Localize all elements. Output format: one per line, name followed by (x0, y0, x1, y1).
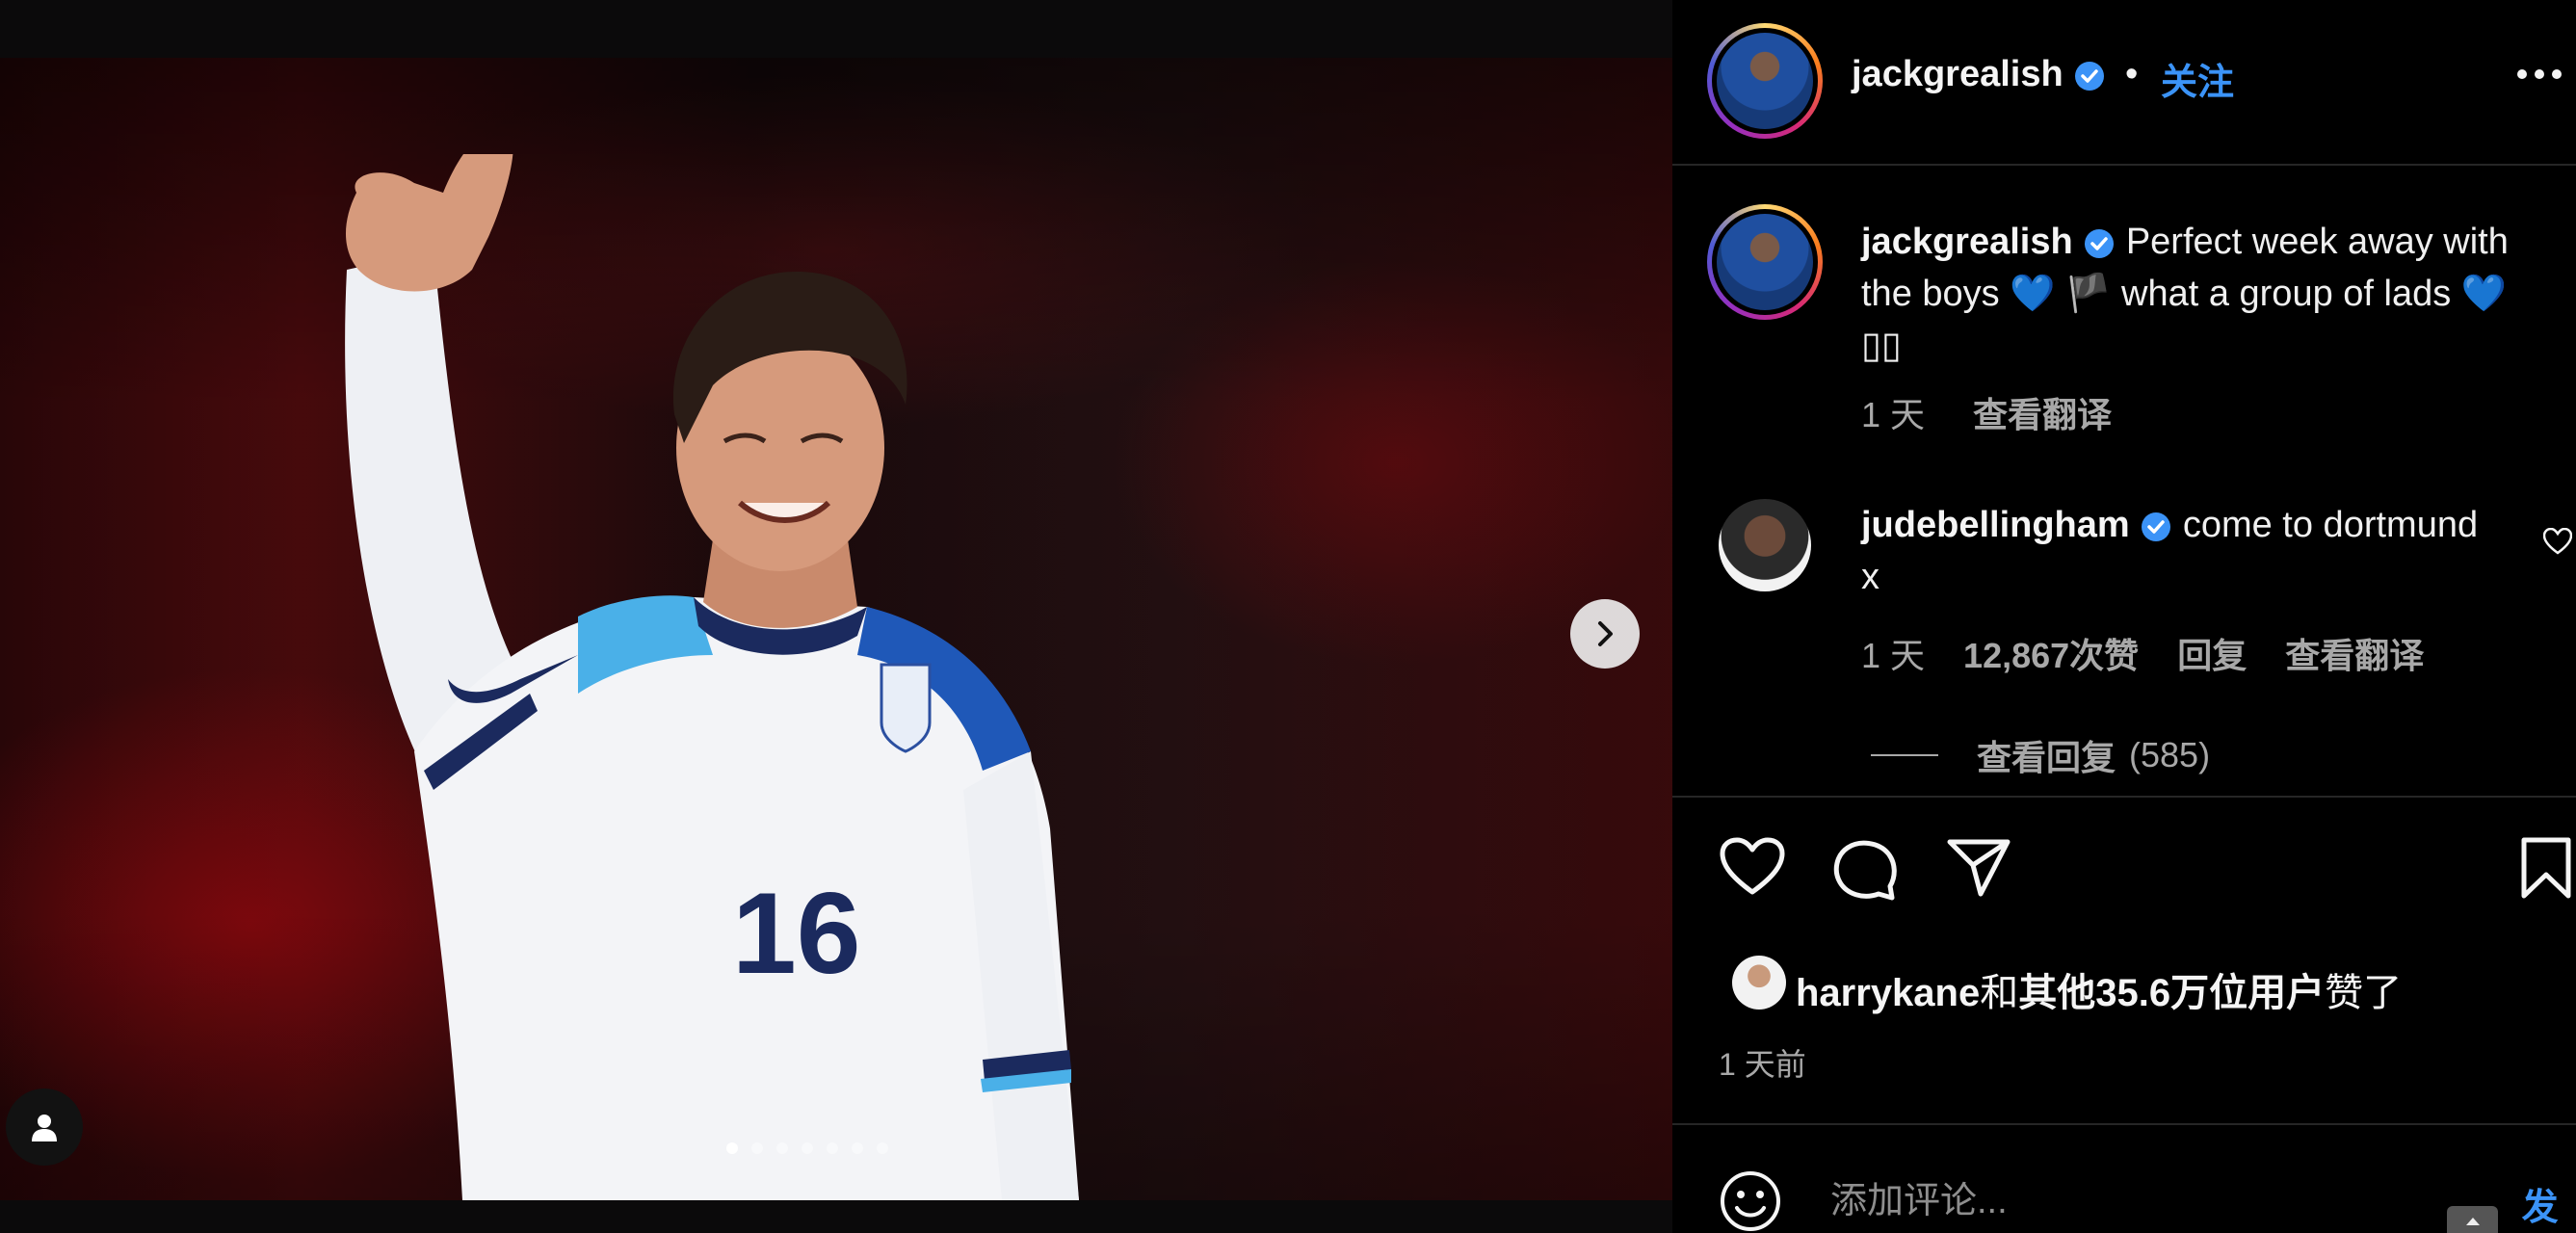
likes-summary: harrykane和其他35.6万位用户赞了 (1796, 961, 2402, 1017)
next-image-button[interactable] (1570, 599, 1640, 669)
post-caption: jackgrealish Perfect week away with the … (1861, 216, 2555, 372)
caption-meta: 1 天 查看翻译 (1861, 387, 2112, 437)
jersey-number: 16 (732, 869, 860, 998)
follow-separator: • (2125, 54, 2139, 94)
caption-username[interactable]: jackgrealish (1861, 222, 2073, 262)
likes-others-link[interactable]: 其他35.6万位用户 (2018, 972, 2325, 1014)
paper-plane-icon[interactable] (1946, 836, 2011, 898)
follow-button[interactable]: 关注 (2161, 52, 2234, 105)
comment-input[interactable] (1830, 1175, 2351, 1227)
carousel-dot (776, 1142, 788, 1154)
liker-username[interactable]: harrykane (1796, 972, 1980, 1014)
input-method-icon (2447, 1206, 2499, 1233)
comment-age: 1 天 (1861, 636, 1926, 675)
caption-avatar[interactable] (1707, 204, 1823, 320)
header-divider (1672, 164, 2576, 166)
post-timestamp[interactable]: 1 天前 (1719, 1040, 1806, 1085)
post-comment-button[interactable]: 发布 (2504, 1177, 2576, 1233)
carousel-dot (877, 1142, 888, 1154)
liker-avatar[interactable] (1732, 956, 1786, 1010)
caption-text-2: what a group of lads (2121, 274, 2452, 314)
author-username[interactable]: jackgrealish (1852, 54, 2063, 94)
verified-badge-icon (2075, 61, 2105, 91)
tagged-users-button[interactable] (6, 1089, 83, 1166)
view-replies-label: 查看回复 (1977, 738, 2116, 777)
post-media: 16 (0, 0, 1672, 1233)
comment-likes[interactable]: 12,867次赞 (1963, 636, 2139, 675)
post-sidebar: jackgrealish • 关注 jackgrealish Perfect w… (1672, 0, 2576, 1233)
carousel-dot (751, 1142, 763, 1154)
bookmark-icon[interactable] (2520, 836, 2572, 900)
likes-suffix: 赞了 (2325, 972, 2403, 1014)
commenter-avatar[interactable] (1719, 499, 1811, 591)
add-comment-bar: 发布 (1672, 1125, 2576, 1233)
comment-reply-link[interactable]: 回复 (2177, 636, 2247, 675)
carousel-dot (852, 1142, 863, 1154)
carousel-dot (726, 1142, 738, 1154)
commenter-username[interactable]: judebellingham (1861, 505, 2130, 545)
verified-badge-icon (2142, 512, 2171, 541)
caption-age: 1 天 (1861, 395, 1926, 434)
action-bar (1672, 836, 2576, 904)
author-name-row: jackgrealish (1852, 54, 2106, 95)
carousel-indicator (726, 1142, 888, 1154)
likes-and: 和 (1980, 972, 2019, 1014)
user-tag-icon (32, 1115, 57, 1141)
author-avatar[interactable] (1707, 23, 1823, 139)
chevron-right-icon (1598, 621, 1613, 646)
actions-divider (1672, 796, 2576, 798)
comment-like-heart-icon[interactable] (2543, 528, 2572, 555)
caption-translate-link[interactable]: 查看翻译 (1973, 395, 2112, 434)
blue-heart-emoji: 💙 (2010, 274, 2056, 314)
carousel-dot (802, 1142, 813, 1154)
heart-icon[interactable] (1719, 836, 1786, 898)
flag-emoji: 🏴 (2065, 274, 2112, 314)
blue-heart-emoji: 💙 (2460, 274, 2508, 314)
caption-tail-glyphs: ▯▯ (1861, 326, 1902, 366)
comment-bubble-icon[interactable] (1832, 836, 1898, 902)
post-comment-area: 发布 (2447, 1177, 2576, 1233)
carousel-dot (827, 1142, 838, 1154)
more-horizontal-icon[interactable] (2516, 67, 2563, 81)
comment-translate-link[interactable]: 查看翻译 (2285, 636, 2424, 675)
comment-meta: 1 天 12,867次赞 回复 查看翻译 (1861, 628, 2453, 678)
replies-dash (1871, 754, 1938, 756)
view-replies-link[interactable]: 查看回复 (585) (1871, 730, 2210, 780)
comment-body: judebellingham come to dortmund x (1861, 499, 2497, 603)
player-figure: 16 (345, 154, 1079, 1200)
reply-count: (585) (2129, 735, 2211, 774)
smiley-icon[interactable] (1719, 1169, 1782, 1233)
verified-badge-icon (2085, 228, 2115, 258)
